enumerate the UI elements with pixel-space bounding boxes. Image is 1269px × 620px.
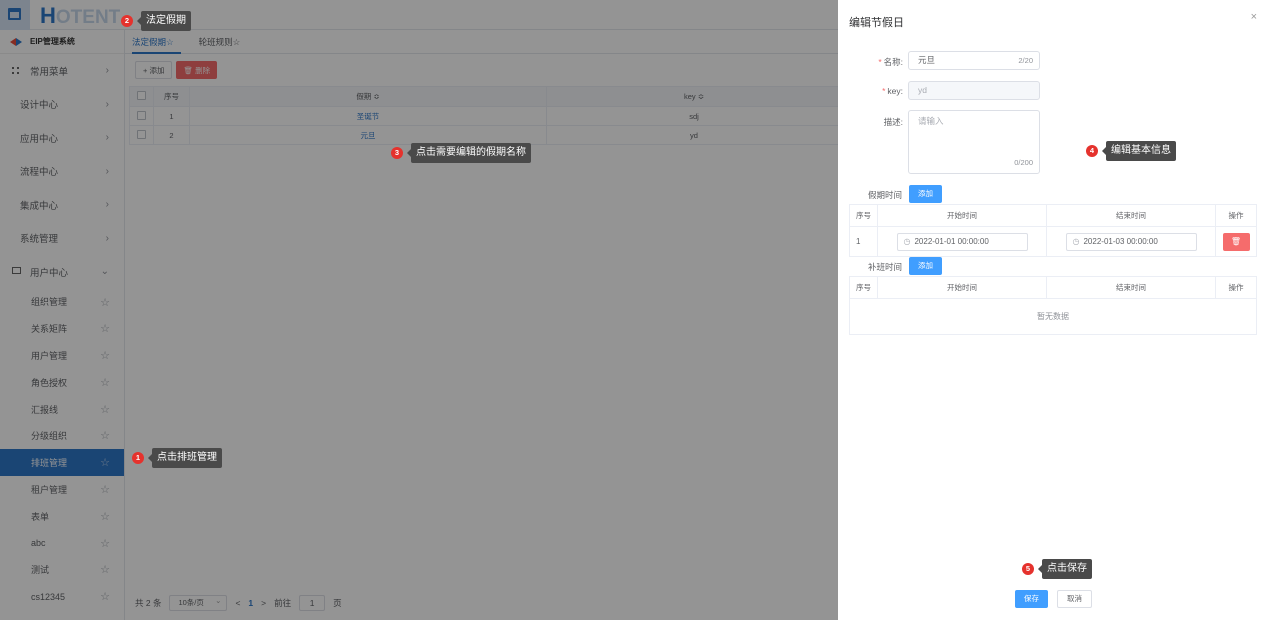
column-header-action: 操作 xyxy=(1215,276,1257,299)
add-holiday-time-button[interactable]: 添加 xyxy=(909,185,942,203)
key-label: * key: xyxy=(882,86,903,96)
makeup-time-label: 补班时间 xyxy=(868,262,903,272)
makeup-time-table: 序号 开始时间 结束时间 操作 暂无数据 xyxy=(849,276,1257,335)
save-button[interactable]: 保存 xyxy=(1015,590,1048,608)
callout-2: 2 法定假期 xyxy=(121,11,191,31)
column-header-index: 序号 xyxy=(849,276,878,299)
name-input[interactable]: 元旦 2/20 xyxy=(908,51,1040,70)
callout-4: 4 编辑基本信息 xyxy=(1086,141,1176,161)
holiday-time-table: 序号 开始时间 结束时间 操作 1 ◷ 2022-01-01 00:00:00 ◷… xyxy=(849,204,1257,257)
end-date-picker[interactable]: ◷ 2022-01-03 00:00:00 xyxy=(1046,226,1216,257)
column-header-end: 结束时间 xyxy=(1046,204,1216,227)
modal-overlay[interactable] xyxy=(0,0,838,620)
column-header-start: 开始时间 xyxy=(877,276,1047,299)
name-label: * 名称: xyxy=(878,57,903,67)
empty-text: 暂无数据 xyxy=(849,298,1257,335)
key-input: yd xyxy=(908,81,1040,100)
column-header-action: 操作 xyxy=(1215,204,1257,227)
description-textarea[interactable]: 请输入 0/200 xyxy=(908,110,1040,174)
drawer-title: 编辑节假日 xyxy=(849,17,904,29)
row-index: 1 xyxy=(849,226,878,257)
delete-row-button[interactable]: 🗑 xyxy=(1222,232,1250,251)
cancel-button[interactable]: 取消 xyxy=(1057,590,1092,608)
edit-holiday-drawer: 编辑节假日 × * 名称: 元旦 2/20 * key: yd 描述: 请输入 0/… xyxy=(838,0,1269,620)
clock-icon: ◷ xyxy=(903,236,911,246)
callout-3: 3 点击需要编辑的假期名称 xyxy=(391,143,531,163)
holiday-time-label: 假期时间 xyxy=(868,190,903,200)
callout-5: 5 点击保存 xyxy=(1022,559,1092,579)
column-header-end: 结束时间 xyxy=(1046,276,1216,299)
column-header-index: 序号 xyxy=(849,204,878,227)
start-date-picker[interactable]: ◷ 2022-01-01 00:00:00 xyxy=(877,226,1047,257)
add-makeup-time-button[interactable]: 添加 xyxy=(909,257,942,275)
description-label: 描述: xyxy=(883,117,903,127)
table-row: 1 ◷ 2022-01-01 00:00:00 ◷ 2022-01-03 00:00… xyxy=(849,226,1257,257)
clock-icon: ◷ xyxy=(1072,236,1080,246)
close-icon[interactable]: × xyxy=(1251,11,1257,23)
column-header-start: 开始时间 xyxy=(877,204,1047,227)
callout-1: 1 点击排班管理 xyxy=(132,448,222,468)
